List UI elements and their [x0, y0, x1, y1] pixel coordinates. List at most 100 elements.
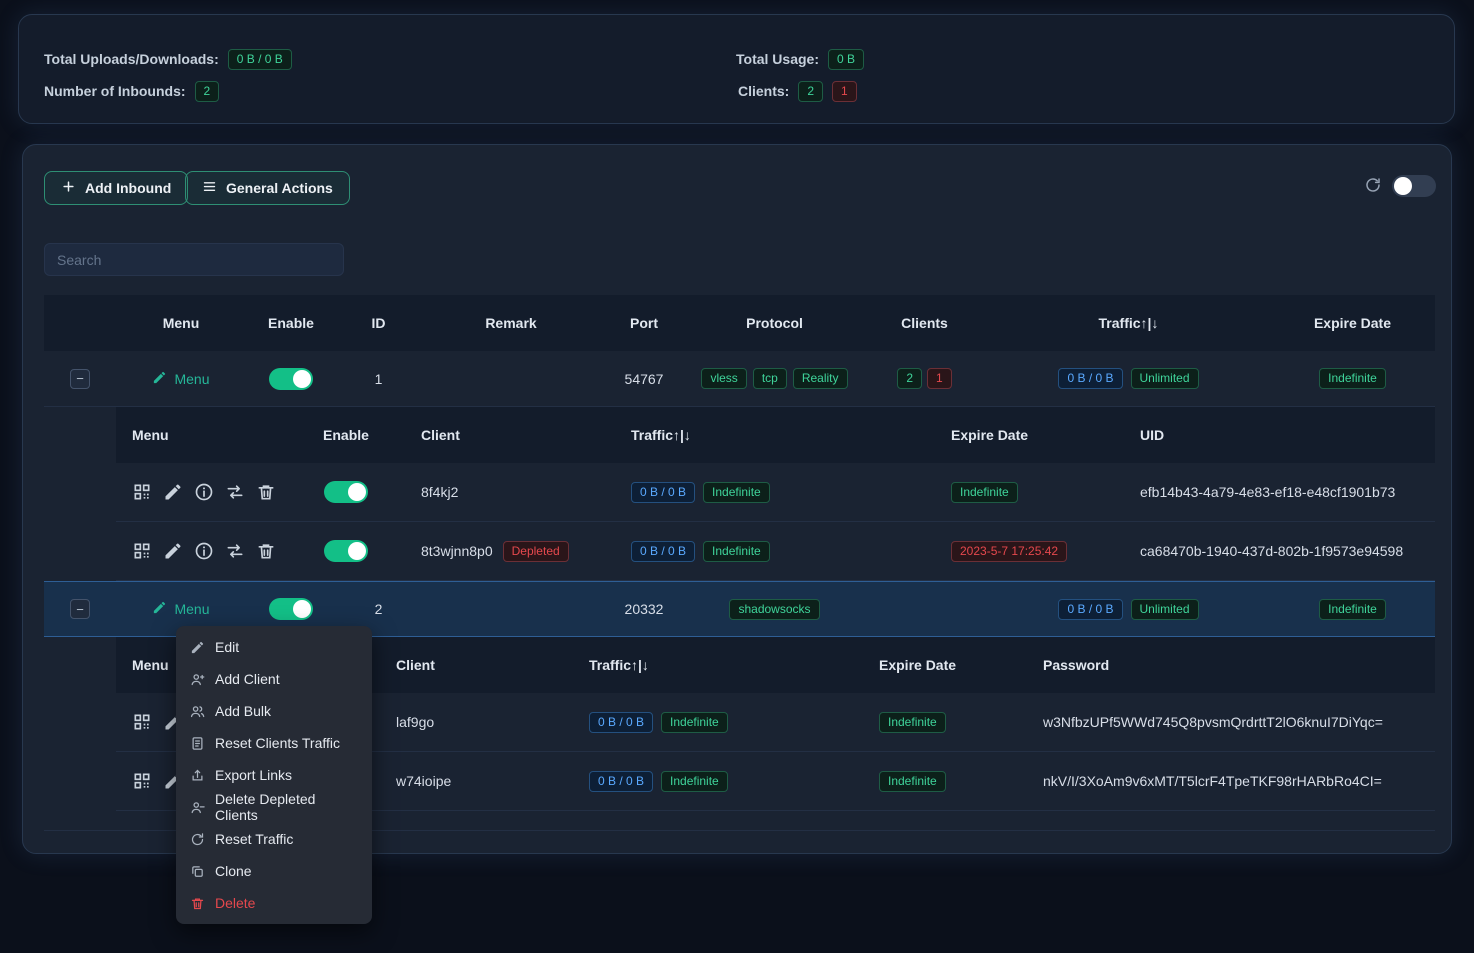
pencil-icon — [152, 600, 167, 618]
sub-header-menu: Menu — [116, 427, 301, 443]
stat-usage-value-badge: 0 B — [828, 49, 864, 70]
protocol-badge: tcp — [753, 368, 787, 389]
traffic-badge: 0 B / 0 B — [631, 482, 695, 503]
menu-item-add-bulk[interactable]: Add Bulk — [176, 695, 372, 727]
header-menu: Menu — [116, 315, 246, 331]
client-row: 8f4kj2 0 B / 0 B Indefinite Indefinite e… — [116, 463, 1435, 522]
menu-item-label: Export Links — [215, 767, 292, 783]
enable-toggle[interactable] — [269, 598, 313, 620]
edit-client-icon[interactable] — [163, 482, 183, 502]
client-row: 8t3wjnn8p0 Depleted 0 B / 0 B Indefinite… — [116, 522, 1435, 581]
inbound-traffic: 0 B / 0 B Unlimited — [987, 368, 1270, 389]
inbound-id: 1 — [336, 371, 421, 387]
menu-item-label: Edit — [215, 639, 239, 655]
delete-client-icon[interactable] — [256, 541, 276, 561]
client-name: 8f4kj2 — [421, 484, 458, 500]
menu-item-reset-clients-traffic[interactable]: Reset Clients Traffic — [176, 727, 372, 759]
inbound-menu-button[interactable]: Menu — [152, 370, 209, 388]
enable-toggle[interactable] — [269, 368, 313, 390]
toggle-knob — [1394, 177, 1412, 195]
reset-traffic-icon — [190, 832, 205, 847]
traffic-limit-badge: Unlimited — [1131, 368, 1199, 389]
menu-item-reset-traffic[interactable]: Reset Traffic — [176, 823, 372, 855]
table-header-row: Menu Enable ID Remark Port Protocol Clie… — [44, 295, 1435, 351]
add-inbound-label: Add Inbound — [85, 180, 171, 196]
qr-code-icon[interactable] — [132, 482, 152, 502]
inbound-protocol: vless tcp Reality — [687, 368, 862, 389]
info-icon[interactable] — [194, 482, 214, 502]
menu-item-edit[interactable]: Edit — [176, 631, 372, 663]
sub-header-client: Client — [381, 657, 571, 673]
expire-badge: 2023-5-7 17:25:42 — [951, 541, 1067, 562]
stats-card: Total Uploads/Downloads: 0 B / 0 B Numbe… — [18, 14, 1455, 124]
protocol-badge: vless — [701, 368, 746, 389]
sub-header-expire: Expire Date — [861, 657, 1031, 673]
reset-traffic-icon[interactable] — [225, 541, 245, 561]
menu-item-label: Add Bulk — [215, 703, 271, 719]
delete-client-icon[interactable] — [256, 482, 276, 502]
qr-code-icon[interactable] — [132, 541, 152, 561]
stat-uploads-label: Total Uploads/Downloads: — [44, 51, 219, 67]
reset-clients-traffic-icon — [190, 736, 205, 751]
search-input[interactable] — [44, 243, 344, 276]
traffic-duration-badge: Indefinite — [703, 541, 770, 562]
inbound-row-1: − Menu 1 54767 vless tcp Reality 2 1 0 — [44, 351, 1435, 407]
menu-item-label: Delete — [215, 895, 255, 911]
sub-header-enable: Enable — [301, 427, 391, 443]
stat-inbounds-label: Number of Inbounds: — [44, 83, 186, 99]
clone-icon — [190, 864, 205, 879]
menu-item-clone[interactable]: Clone — [176, 855, 372, 887]
menu-item-add-client[interactable]: Add Client — [176, 663, 372, 695]
traffic-badge: 0 B / 0 B — [589, 771, 653, 792]
collapse-button[interactable]: − — [70, 369, 90, 389]
expire-badge: Indefinite — [951, 482, 1018, 503]
menu-item-label: Reset Clients Traffic — [215, 735, 340, 751]
info-icon[interactable] — [194, 541, 214, 561]
plus-icon — [61, 179, 76, 197]
stat-uploads-value-badge: 0 B / 0 B — [228, 49, 292, 70]
menu-item-delete[interactable]: Delete — [176, 887, 372, 919]
inbound-menu-button[interactable]: Menu — [152, 600, 209, 618]
traffic-badge: 0 B / 0 B — [1058, 368, 1122, 389]
menu-item-export-links[interactable]: Export Links — [176, 759, 372, 791]
client-name: 8t3wjnn8p0 — [421, 543, 493, 559]
menu-item-label: Add Client — [215, 671, 280, 687]
client-password: nkV/I/3XoAm9v6xMT/T5lcrF4TpeTKF98rHARbRo… — [1031, 773, 1435, 789]
client-enable-toggle[interactable] — [324, 540, 368, 562]
qr-code-icon[interactable] — [132, 712, 152, 732]
stat-total-uploads-downloads: Total Uploads/Downloads: 0 B / 0 B — [44, 48, 292, 70]
menu-item-label: Delete Depleted Clients — [215, 791, 358, 823]
client-password: w3NfbzUPf5WWd745Q8pvsmQrdrttT2lO6knuI7Di… — [1031, 714, 1435, 730]
protocol-badge: Reality — [793, 368, 848, 389]
subtable-header-row: Menu Enable Client Traffic↑|↓ Expire Dat… — [116, 407, 1435, 463]
traffic-badge: 0 B / 0 B — [1058, 599, 1122, 620]
client-name: laf9go — [396, 714, 434, 730]
inbound-port: 20332 — [601, 601, 687, 617]
header-traffic-sort[interactable]: Traffic↑|↓ — [987, 315, 1270, 331]
reset-traffic-icon[interactable] — [225, 482, 245, 502]
inbounds-panel: Add Inbound General Actions Menu Enable … — [22, 144, 1452, 854]
refresh-icon[interactable] — [1364, 176, 1382, 194]
sub-header-traffic-sort[interactable]: Traffic↑|↓ — [571, 657, 861, 673]
general-actions-button[interactable]: General Actions — [185, 171, 350, 205]
add-inbound-button[interactable]: Add Inbound — [44, 171, 188, 205]
qr-code-icon[interactable] — [132, 771, 152, 791]
export-links-icon — [190, 768, 205, 783]
clients-subtable-1: Menu Enable Client Traffic↑|↓ Expire Dat… — [116, 407, 1435, 581]
sub-header-client: Client — [391, 427, 601, 443]
client-enable-toggle[interactable] — [324, 481, 368, 503]
client-uid: ca68470b-1940-437d-802b-1f9573e94598 — [1136, 543, 1435, 559]
collapse-button[interactable]: − — [70, 599, 90, 619]
dark-mode-toggle[interactable] — [1392, 175, 1436, 197]
menu-item-delete-depleted-clients[interactable]: Delete Depleted Clients — [176, 791, 372, 823]
menu-item-label: Clone — [215, 863, 252, 879]
depleted-badge: Depleted — [503, 541, 569, 562]
sub-header-traffic-sort[interactable]: Traffic↑|↓ — [601, 427, 891, 443]
edit-client-icon[interactable] — [163, 541, 183, 561]
inbound-menu-label: Menu — [174, 371, 209, 387]
delete-depleted-clients-icon — [190, 800, 205, 815]
general-actions-label: General Actions — [226, 180, 333, 196]
inbound-id: 2 — [336, 601, 421, 617]
traffic-badge: 0 B / 0 B — [631, 541, 695, 562]
sub-header-expire: Expire Date — [891, 427, 1136, 443]
